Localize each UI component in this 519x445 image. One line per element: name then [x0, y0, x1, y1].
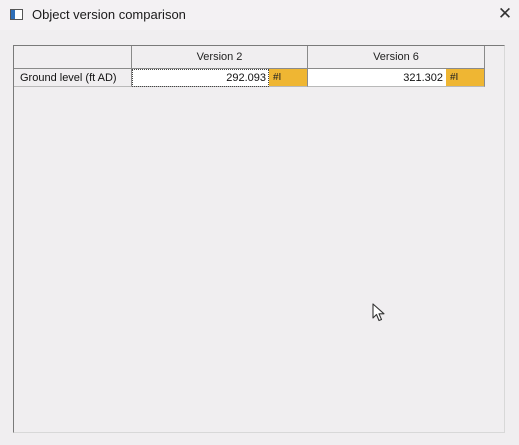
- mouse-pointer-icon: [372, 303, 385, 322]
- title-bar: Object version comparison ✕: [0, 0, 519, 30]
- flag-cell-version-6[interactable]: #I: [446, 69, 485, 87]
- comparison-grid: Version 2 Version 6 Ground level (ft AD)…: [13, 45, 505, 433]
- flag-cell-version-2[interactable]: #I: [269, 69, 308, 87]
- value-cell-version-2[interactable]: 292.093: [132, 69, 269, 87]
- close-icon[interactable]: ✕: [496, 4, 514, 24]
- window-app-icon: [10, 9, 23, 20]
- window-title: Object version comparison: [32, 7, 186, 22]
- row-header-ground-level[interactable]: Ground level (ft AD): [14, 69, 132, 87]
- value-cell-version-6[interactable]: 321.302: [308, 69, 446, 87]
- column-header-version-2[interactable]: Version 2: [132, 46, 308, 69]
- column-header-version-6[interactable]: Version 6: [308, 46, 485, 69]
- corner-header-cell: [14, 46, 132, 69]
